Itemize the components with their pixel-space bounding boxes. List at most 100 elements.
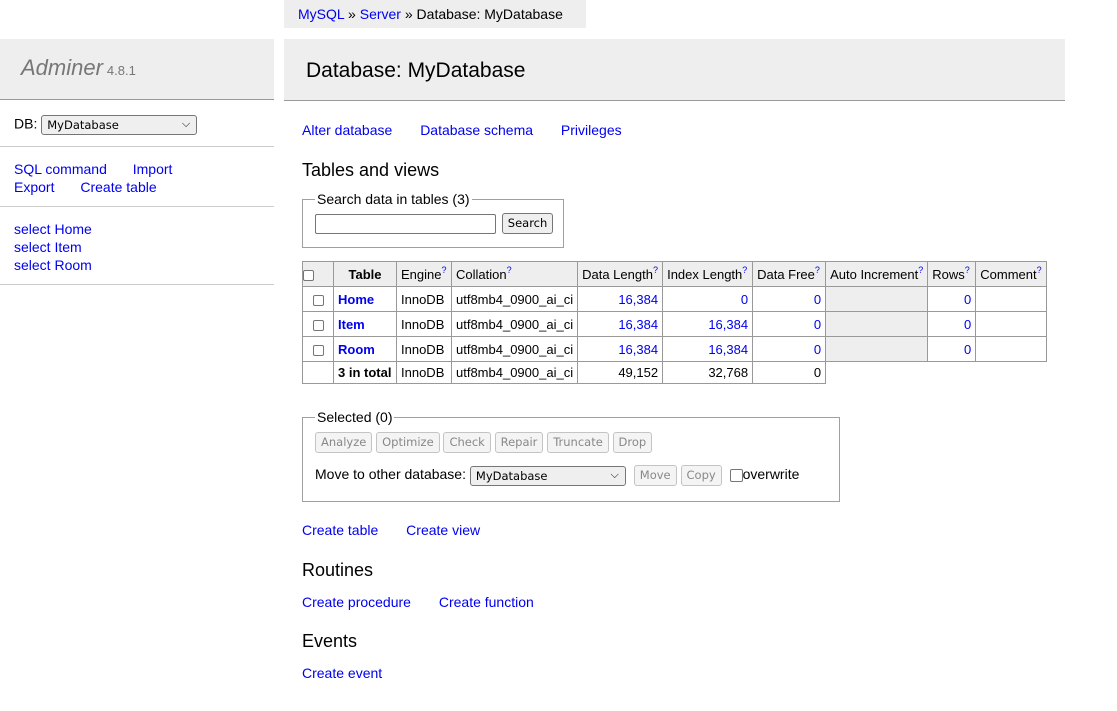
data-free-link[interactable]: 0 [814, 342, 821, 357]
col-engine: Engine? [396, 261, 452, 287]
events-heading: Events [302, 631, 358, 651]
col-engine-label: Engine [401, 266, 442, 282]
table-list: select Home select Item select Room [0, 207, 274, 285]
engine-cell: InnoDB [396, 311, 452, 337]
alter-database-link[interactable]: Alter database [302, 122, 392, 138]
move-database-select[interactable]: MyDatabase ⌵ [469, 465, 626, 486]
total-label: 3 in total [333, 361, 397, 384]
privileges-link[interactable]: Privileges [561, 122, 622, 138]
select-room-link[interactable]: select Room [14, 256, 274, 274]
comment-cell [975, 311, 1048, 337]
page-title: Database: MyDatabase [284, 39, 1065, 101]
help-link[interactable]: ? [507, 265, 512, 275]
breadcrumb-server-link[interactable]: Server [360, 6, 401, 22]
create-function-link[interactable]: Create function [439, 594, 534, 610]
create-links: Create table Create view [302, 522, 504, 538]
total-row: 3 in total InnoDB utf8mb4_0900_ai_ci 49,… [302, 361, 1047, 384]
table-name-link[interactable]: Item [338, 317, 365, 332]
move-button[interactable]: Move [633, 465, 677, 486]
total-data-length: 49,152 [577, 361, 664, 384]
table-row: Home InnoDB utf8mb4_0900_ai_ci 16,384 0 … [302, 286, 1048, 312]
create-table-link[interactable]: Create table [302, 522, 378, 538]
breadcrumb-separator: » [404, 6, 413, 22]
chevron-down-icon: ⌵ [610, 467, 619, 481]
collation-cell: utf8mb4_0900_ai_ci [450, 311, 579, 337]
rows-link[interactable]: 0 [964, 317, 971, 332]
drop-button[interactable]: Drop [612, 432, 653, 453]
check-button[interactable]: Check [443, 432, 491, 453]
col-table[interactable]: Table [333, 261, 397, 287]
col-data-free-label: Data Free [757, 266, 815, 282]
database-schema-link[interactable]: Database schema [420, 122, 533, 138]
index-length-link[interactable]: 16,384 [708, 317, 748, 332]
auto-increment-cell [825, 286, 929, 312]
data-length-cell: 16,384 [577, 311, 664, 337]
database-select[interactable]: MyDatabase ⌵ [41, 115, 198, 135]
table-name-link[interactable]: Room [338, 342, 375, 357]
help-link[interactable]: ? [653, 265, 658, 275]
help-link[interactable]: ? [965, 265, 970, 275]
help-link[interactable]: ? [441, 265, 446, 275]
event-links: Create event [302, 665, 406, 681]
truncate-button[interactable]: Truncate [547, 432, 609, 453]
row-checkbox[interactable] [312, 344, 324, 356]
data-free-link[interactable]: 0 [814, 292, 821, 307]
select-home-link[interactable]: select Home [14, 220, 274, 238]
engine-cell: InnoDB [396, 286, 452, 312]
total-engine: InnoDB [396, 361, 452, 384]
help-link[interactable]: ? [918, 265, 923, 275]
index-length-link[interactable]: 16,384 [708, 342, 748, 357]
collation-cell: utf8mb4_0900_ai_ci [450, 286, 579, 312]
data-length-link[interactable]: 16,384 [618, 342, 658, 357]
database-links: Alter database Database schema Privilege… [302, 122, 646, 138]
create-view-link[interactable]: Create view [406, 522, 480, 538]
export-link[interactable]: Export [14, 179, 54, 195]
overwrite-checkbox[interactable] [729, 469, 743, 482]
adminer-logo-link[interactable]: Adminer [21, 55, 103, 80]
row-checkbox[interactable] [312, 294, 324, 306]
table-name-cell: Item [333, 311, 397, 337]
rows-link[interactable]: 0 [964, 292, 971, 307]
sql-command-link[interactable]: SQL command [14, 161, 107, 177]
table-row: Item InnoDB utf8mb4_0900_ai_ci 16,384 16… [302, 311, 1048, 337]
breadcrumb-mysql-link[interactable]: MySQL [298, 6, 344, 22]
data-free-link[interactable]: 0 [814, 317, 821, 332]
rows-cell: 0 [927, 286, 977, 312]
help-link[interactable]: ? [742, 265, 747, 275]
data-length-link[interactable]: 16,384 [618, 317, 658, 332]
table-name-cell: Room [333, 336, 397, 362]
help-link[interactable]: ? [1037, 265, 1042, 275]
row-checkbox-cell [302, 336, 334, 362]
search-button[interactable]: Search [501, 213, 554, 234]
help-link[interactable]: ? [815, 265, 820, 275]
rows-link[interactable]: 0 [964, 342, 971, 357]
row-checkbox[interactable] [312, 319, 324, 331]
col-comment-label: Comment [980, 266, 1037, 282]
create-event-link[interactable]: Create event [302, 665, 382, 681]
analyze-button[interactable]: Analyze [315, 432, 373, 453]
col-auto-increment: Auto Increment? [825, 261, 929, 287]
repair-button[interactable]: Repair [494, 432, 544, 453]
index-length-link[interactable]: 0 [741, 292, 748, 307]
data-free-cell: 0 [752, 336, 827, 362]
search-fieldset: Search data in tables (3) Search [302, 191, 564, 248]
import-link[interactable]: Import [133, 161, 173, 177]
data-length-link[interactable]: 16,384 [618, 292, 658, 307]
db-label: DB: [14, 115, 38, 132]
data-free-cell: 0 [752, 286, 827, 312]
version-label: 4.8.1 [106, 63, 136, 78]
search-input[interactable] [315, 213, 496, 234]
total-empty-cell [302, 361, 334, 384]
create-procedure-link[interactable]: Create procedure [302, 594, 411, 610]
col-collation: Collation? [450, 261, 579, 287]
data-length-cell: 16,384 [577, 286, 664, 312]
create-table-link[interactable]: Create table [80, 179, 156, 195]
select-item-link[interactable]: select Item [14, 238, 274, 256]
optimize-button[interactable]: Optimize [376, 432, 440, 453]
copy-button[interactable]: Copy [680, 465, 722, 486]
col-auto-increment-label: Auto Increment [830, 266, 919, 282]
total-data-free: 0 [752, 361, 827, 384]
database-selector-row: DB: MyDatabase ⌵ [0, 100, 274, 147]
table-name-link[interactable]: Home [338, 292, 374, 307]
select-all-checkbox[interactable] [303, 269, 314, 281]
